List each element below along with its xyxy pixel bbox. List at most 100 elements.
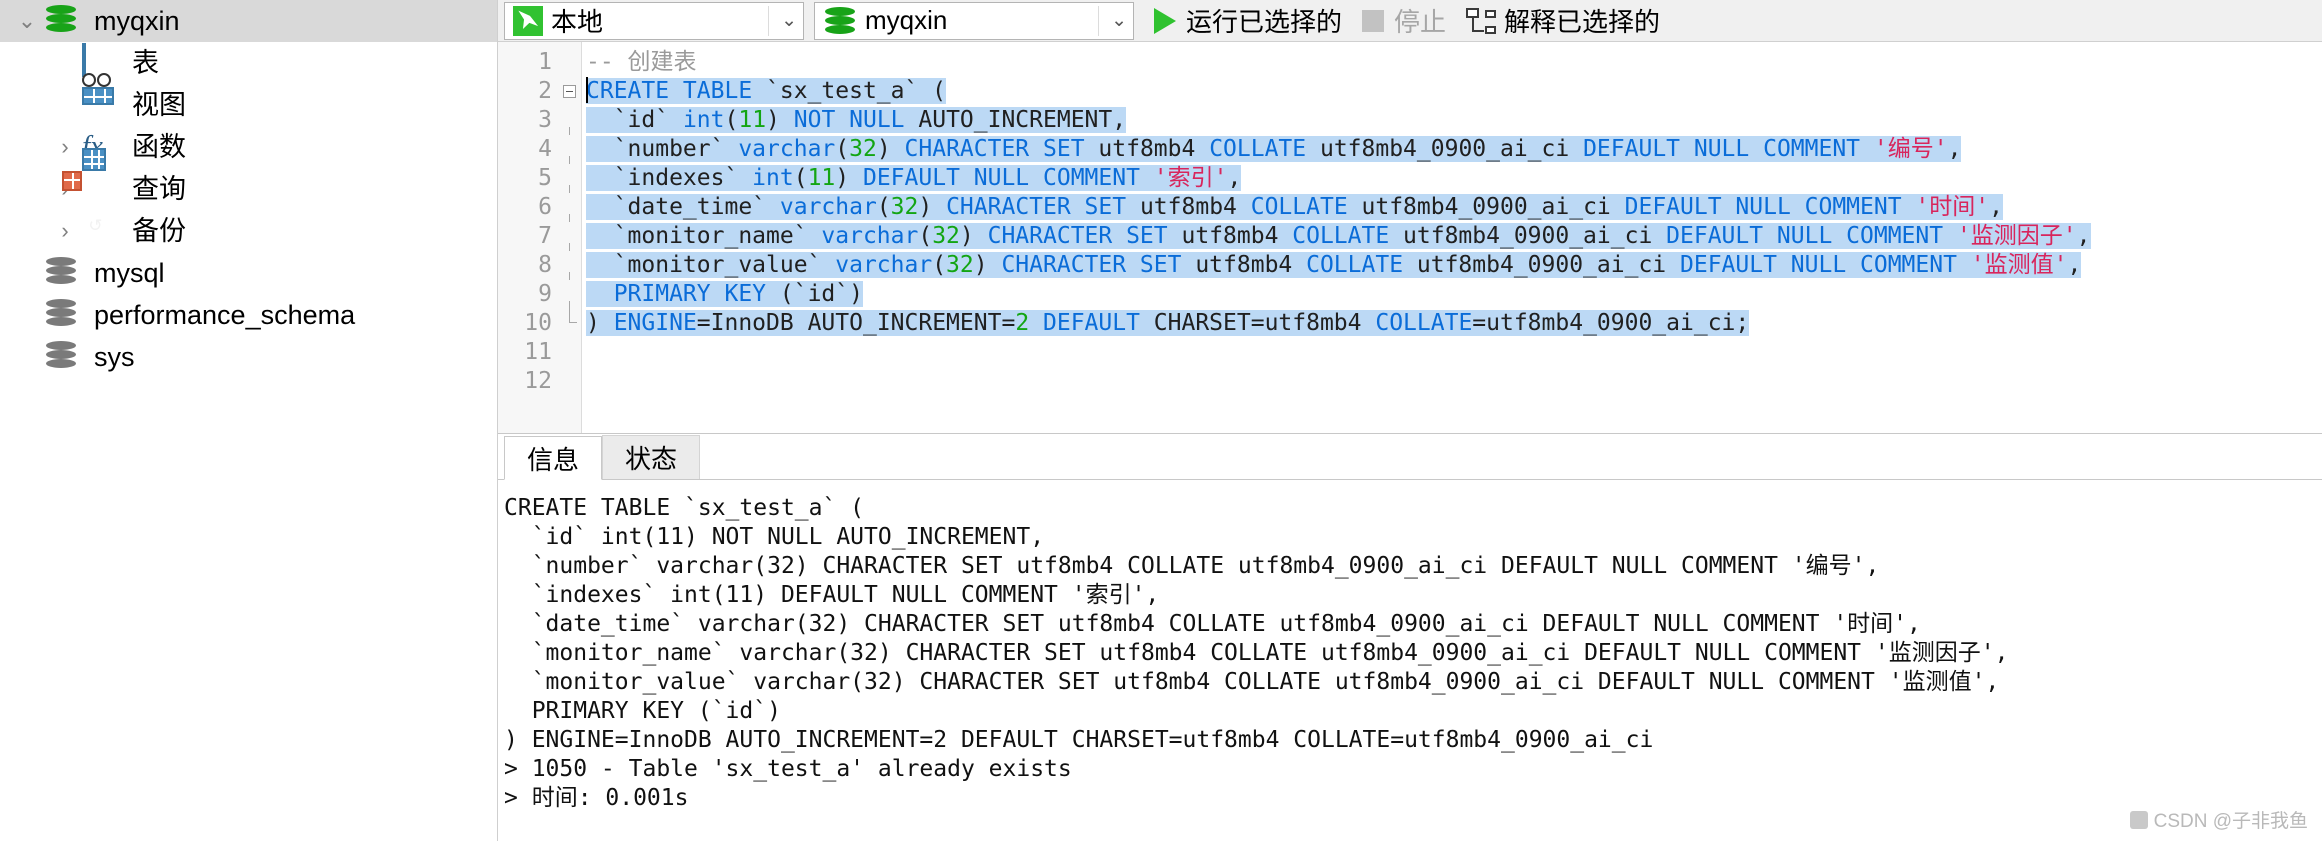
code-token: (	[835, 136, 850, 162]
code-token: '监测值'	[1970, 252, 2068, 278]
fold-cell	[560, 251, 581, 280]
sql-code-area[interactable]: -- 创建表 CREATE TABLE `sx_test_a` ( `id` in…	[582, 42, 2322, 433]
chevron-right-icon[interactable]: ›	[48, 136, 82, 158]
code-token: ,	[1947, 136, 1962, 162]
code-line: `number` varchar(32) CHARACTER SET utf8m…	[582, 135, 2322, 164]
database-select-value: myqxin	[865, 5, 948, 35]
tree-item-函数[interactable]: › fx 函数	[0, 126, 497, 168]
stop-label: 停止	[1394, 7, 1447, 37]
play-icon	[1154, 7, 1176, 34]
tree-item-performance_schema[interactable]: performance_schema	[0, 294, 497, 336]
code-token: (	[724, 107, 739, 133]
code-token: ,	[2067, 252, 2082, 278]
code-token: '时间'	[1915, 194, 1990, 220]
code-token: CHARSET=utf8mb4	[1153, 310, 1376, 336]
code-token: CHARACTER SET	[904, 136, 1099, 162]
code-token: ,	[1989, 194, 2003, 220]
code-token: utf8mb4_0900_ai_ci	[1403, 223, 1667, 249]
tab-status[interactable]: 状态	[602, 435, 701, 479]
code-token: DEFAULT NULL COMMENT	[1666, 223, 1957, 249]
csdn-logo-icon	[2129, 810, 2148, 829]
tree-item-mysql[interactable]: mysql	[0, 252, 497, 294]
text-caret	[586, 77, 588, 103]
tree-item-label: performance_schema	[94, 299, 356, 330]
code-token: )	[835, 165, 863, 191]
code-token: DEFAULT NULL COMMENT	[862, 165, 1154, 191]
explain-selected-button[interactable]: 解释已选择的	[1456, 1, 1670, 41]
code-token: DEFAULT NULL COMMENT	[1583, 136, 1874, 162]
tree-item-sys[interactable]: sys	[0, 336, 497, 378]
code-token: CHARACTER SET	[1001, 252, 1196, 278]
database-icon	[44, 297, 84, 333]
code-token: COLLATE	[1375, 310, 1473, 336]
tree-item-label: sys	[94, 341, 135, 372]
code-token: 32	[932, 223, 960, 249]
code-line-text: `number` varchar(32) CHARACTER SET utf8m…	[586, 136, 1962, 162]
code-token: `monitor_name`	[586, 223, 822, 249]
code-line: `monitor_name` varchar(32) CHARACTER SET…	[582, 222, 2322, 251]
tab-info[interactable]: 信息	[504, 436, 603, 480]
chevron-down-icon[interactable]: ⌄	[768, 5, 797, 36]
tree-item-视图[interactable]: 视图	[0, 73, 497, 126]
sql-editor[interactable]: 1 2 3 4 5 6 7 8 9 10 11 12 -- 创建表 CREATE TABLE `sx_t…	[498, 42, 2322, 434]
code-line: -- 创建表	[582, 48, 2322, 77]
code-token: -- 创建表	[586, 49, 697, 75]
code-token: int	[752, 165, 794, 191]
code-fold-column[interactable]	[560, 42, 582, 433]
code-token: int	[682, 107, 725, 133]
code-token: `date_time`	[586, 194, 780, 220]
code-token: AUTO_INCREMENT,	[918, 107, 1127, 133]
code-line: `monitor_value` varchar(32) CHARACTER SE…	[582, 251, 2322, 280]
code-token: DEFAULT	[1029, 310, 1154, 336]
fold-toggle-icon[interactable]	[563, 85, 576, 98]
object-tree: ⌄myqxin 表 视图 ›fx函数›查询›↺备份 mysql performan…	[0, 0, 497, 378]
chevron-right-icon[interactable]: ›	[48, 220, 82, 242]
code-token: utf8mb4	[1098, 136, 1210, 162]
output-line: `id` int(11) NOT NULL AUTO_INCREMENT,	[504, 524, 1045, 550]
code-token: COLLATE	[1209, 136, 1320, 162]
results-tabbar: 信息 状态	[498, 434, 2322, 480]
connection-select[interactable]: 本地 ⌄	[504, 1, 804, 40]
chevron-down-icon[interactable]: ⌄	[10, 10, 44, 32]
tree-item-查询[interactable]: ›查询	[0, 148, 497, 210]
message-output: CREATE TABLE `sx_test_a` ( `id` int(11) …	[498, 480, 2322, 841]
line-number: 12	[524, 368, 552, 394]
output-line: > 1050 - Table 'sx_test_a' already exist…	[504, 756, 1072, 782]
query-icon	[62, 148, 122, 207]
database-select[interactable]: myqxin ⌄	[814, 1, 1134, 40]
line-number: 8	[538, 252, 552, 278]
chevron-down-icon[interactable]: ⌄	[1098, 5, 1127, 36]
main-pane: 本地 ⌄ myqxin ⌄ 运行已选择的 停止 解释已选择的 1 2 3 4 5…	[498, 0, 2322, 841]
tree-item-备份[interactable]: › ↺ 备份	[0, 210, 497, 252]
fold-cell[interactable]	[560, 77, 581, 106]
tree-item-label: 视图	[132, 89, 186, 120]
stop-button[interactable]: 停止	[1352, 1, 1456, 41]
code-line-text: ) ENGINE=InnoDB AUTO_INCREMENT=2 DEFAULT…	[586, 310, 1750, 336]
database-icon	[44, 3, 84, 39]
code-token: varchar	[738, 136, 836, 162]
fold-guide-end	[569, 309, 577, 323]
tree-item-myqxin[interactable]: ⌄ myqxin	[0, 0, 497, 42]
output-line: > 时间: 0.001s	[504, 785, 689, 811]
code-token: utf8mb4	[1139, 194, 1251, 220]
fold-guide-line	[569, 156, 570, 164]
code-token: COLLATE	[1250, 194, 1362, 220]
mysql-dolphin-icon	[513, 5, 543, 36]
code-token: CHARACTER SET	[946, 194, 1140, 220]
fold-cell	[560, 367, 581, 396]
code-line-text: `date_time` varchar(32) CHARACTER SET ut…	[586, 194, 2003, 220]
view-glasses-icon	[82, 73, 122, 123]
code-token: CREATE TABLE	[586, 78, 767, 104]
tab-label: 状态	[625, 444, 678, 474]
code-token: ENGINE	[613, 310, 697, 336]
run-selected-button[interactable]: 运行已选择的	[1144, 1, 1352, 41]
code-token: `indexes`	[586, 165, 753, 191]
code-token: varchar	[835, 252, 933, 278]
tree-item-表[interactable]: 表	[0, 42, 497, 84]
tab-label: 信息	[527, 444, 580, 475]
line-number: 11	[524, 339, 552, 365]
code-token: 11	[807, 165, 836, 191]
code-line-text: CREATE TABLE `sx_test_a` (	[586, 78, 947, 104]
